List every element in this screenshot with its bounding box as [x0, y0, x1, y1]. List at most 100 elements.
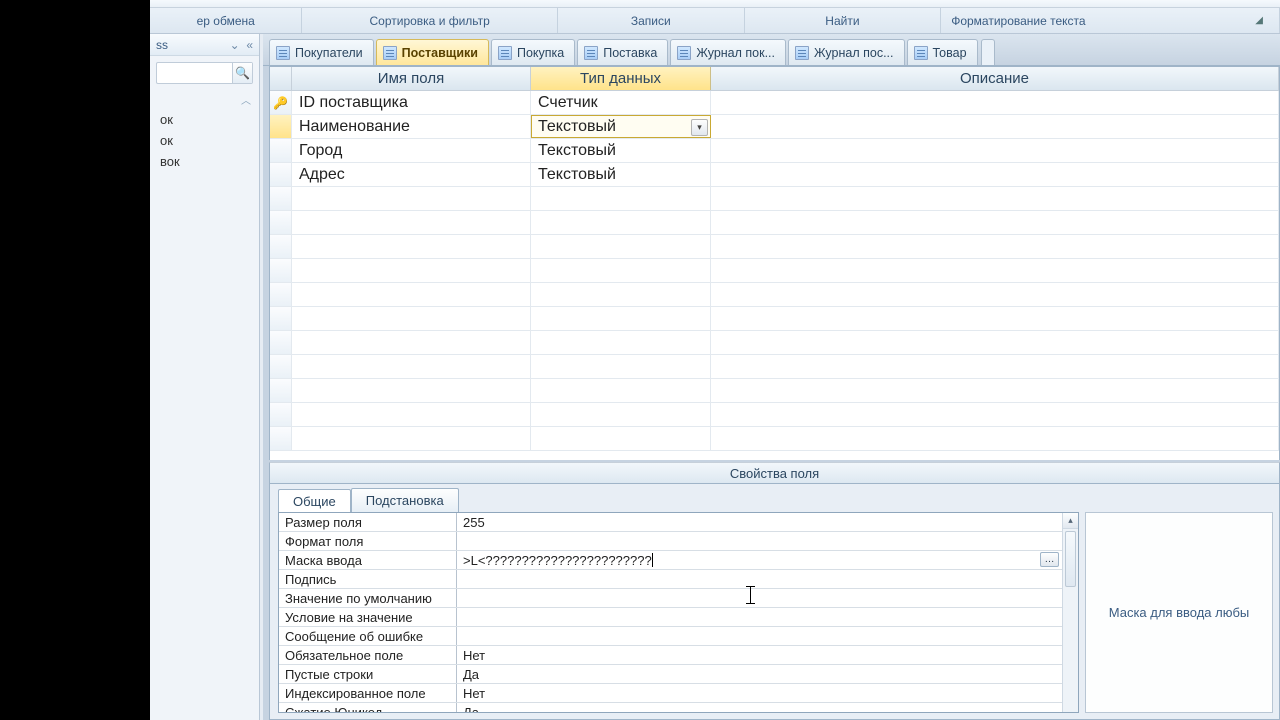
description-cell[interactable] [711, 163, 1279, 186]
expand-launcher-icon[interactable]: ◢ [1255, 15, 1269, 26]
description-cell[interactable] [711, 187, 1279, 210]
property-row[interactable]: Сообщение об ошибке [279, 627, 1062, 646]
scroll-up-icon[interactable]: ▴ [1063, 513, 1078, 529]
field-row-empty[interactable] [270, 187, 1279, 211]
table-design-grid[interactable]: Имя поля Тип данных Описание 🔑ID поставщ… [269, 66, 1280, 460]
field-name-cell[interactable] [292, 211, 531, 234]
builder-button[interactable]: … [1040, 552, 1059, 567]
data-type-cell[interactable] [531, 211, 711, 234]
property-value[interactable]: Нет [457, 646, 1062, 664]
nav-pane-collapse-icon[interactable]: ⌄ « [230, 38, 253, 52]
nav-item[interactable]: ок [150, 130, 259, 151]
row-selector[interactable] [270, 403, 292, 426]
field-row-empty[interactable] [270, 427, 1279, 451]
nav-item[interactable]: вок [150, 151, 259, 172]
row-selector[interactable] [270, 355, 292, 378]
description-cell[interactable] [711, 403, 1279, 426]
row-selector[interactable] [270, 211, 292, 234]
property-row[interactable]: Значение по умолчанию [279, 589, 1062, 608]
property-value[interactable] [457, 570, 1062, 588]
data-type-cell[interactable] [531, 187, 711, 210]
field-name-cell[interactable] [292, 187, 531, 210]
property-row[interactable]: Сжатие ЮникодДа [279, 703, 1062, 712]
data-type-cell[interactable] [531, 379, 711, 402]
property-row[interactable]: Формат поля [279, 532, 1062, 551]
row-selector[interactable] [270, 379, 292, 402]
property-value[interactable]: >L<???????????????????????… [457, 551, 1062, 569]
field-name-cell[interactable]: Город [292, 139, 531, 162]
property-row[interactable]: Маска ввода>L<???????????????????????… [279, 551, 1062, 570]
document-tab[interactable]: Покупатели [269, 39, 374, 65]
property-tab-lookup[interactable]: Подстановка [351, 488, 459, 512]
field-row[interactable]: ГородТекстовый [270, 139, 1279, 163]
row-selector[interactable] [270, 235, 292, 258]
col-header-field-name[interactable]: Имя поля [292, 67, 531, 90]
row-selector[interactable] [270, 163, 292, 186]
scroll-thumb[interactable] [1065, 531, 1076, 587]
data-type-cell[interactable] [531, 283, 711, 306]
data-type-cell[interactable]: Текстовый▾ [531, 115, 711, 138]
property-grid[interactable]: Размер поля255Формат поляМаска ввода>L<?… [278, 512, 1079, 713]
property-value[interactable] [457, 627, 1062, 645]
property-value[interactable] [457, 608, 1062, 626]
property-value[interactable]: Да [457, 665, 1062, 683]
nav-search-box[interactable]: 🔍 [156, 62, 253, 84]
document-tab[interactable]: Журнал пок... [670, 39, 786, 65]
nav-item[interactable]: ок [150, 109, 259, 130]
description-cell[interactable] [711, 427, 1279, 450]
field-row-empty[interactable] [270, 403, 1279, 427]
property-row[interactable]: Размер поля255 [279, 513, 1062, 532]
property-value[interactable]: Да [457, 703, 1062, 712]
description-cell[interactable] [711, 139, 1279, 162]
description-cell[interactable] [711, 259, 1279, 282]
property-row[interactable]: Условие на значение [279, 608, 1062, 627]
description-cell[interactable] [711, 283, 1279, 306]
data-type-cell[interactable] [531, 331, 711, 354]
field-name-cell[interactable] [292, 403, 531, 426]
document-tab[interactable]: Товар [907, 39, 978, 65]
description-cell[interactable] [711, 379, 1279, 402]
document-tab[interactable]: Поставка [577, 39, 668, 65]
field-row-empty[interactable] [270, 235, 1279, 259]
description-cell[interactable] [711, 115, 1279, 138]
property-value[interactable]: Нет [457, 684, 1062, 702]
data-type-dropdown-button[interactable]: ▾ [691, 119, 708, 136]
field-name-cell[interactable]: Адрес [292, 163, 531, 186]
field-row[interactable]: АдресТекстовый [270, 163, 1279, 187]
field-row-empty[interactable] [270, 307, 1279, 331]
row-selector-header[interactable] [270, 67, 292, 90]
data-type-cell[interactable]: Счетчик [531, 91, 711, 114]
data-type-cell[interactable] [531, 307, 711, 330]
row-selector[interactable] [270, 331, 292, 354]
document-tab[interactable]: Поставщики [376, 39, 489, 65]
field-row-empty[interactable] [270, 379, 1279, 403]
property-value[interactable] [457, 589, 1062, 607]
field-row-empty[interactable] [270, 211, 1279, 235]
property-value[interactable]: 255 [457, 513, 1062, 531]
field-name-cell[interactable]: Наименование [292, 115, 531, 138]
property-row[interactable]: Индексированное полеНет [279, 684, 1062, 703]
row-selector[interactable] [270, 115, 292, 138]
field-name-cell[interactable] [292, 355, 531, 378]
description-cell[interactable] [711, 331, 1279, 354]
field-name-cell[interactable]: ID поставщика [292, 91, 531, 114]
data-type-cell[interactable]: Текстовый [531, 139, 711, 162]
row-selector[interactable] [270, 307, 292, 330]
field-name-cell[interactable] [292, 427, 531, 450]
field-name-cell[interactable] [292, 331, 531, 354]
nav-pane-header[interactable]: ss ⌄ « [150, 34, 259, 56]
search-icon[interactable]: 🔍 [232, 63, 252, 83]
row-selector[interactable] [270, 187, 292, 210]
field-name-cell[interactable] [292, 283, 531, 306]
row-selector[interactable] [270, 427, 292, 450]
description-cell[interactable] [711, 307, 1279, 330]
data-type-cell[interactable] [531, 355, 711, 378]
data-type-cell[interactable] [531, 259, 711, 282]
property-row[interactable]: Обязательное полеНет [279, 646, 1062, 665]
field-row[interactable]: НаименованиеТекстовый▾ [270, 115, 1279, 139]
field-row-empty[interactable] [270, 283, 1279, 307]
property-value[interactable] [457, 532, 1062, 550]
nav-search-input[interactable] [157, 66, 232, 80]
document-tab[interactable]: Покупка [491, 39, 575, 65]
col-header-description[interactable]: Описание [711, 67, 1279, 90]
